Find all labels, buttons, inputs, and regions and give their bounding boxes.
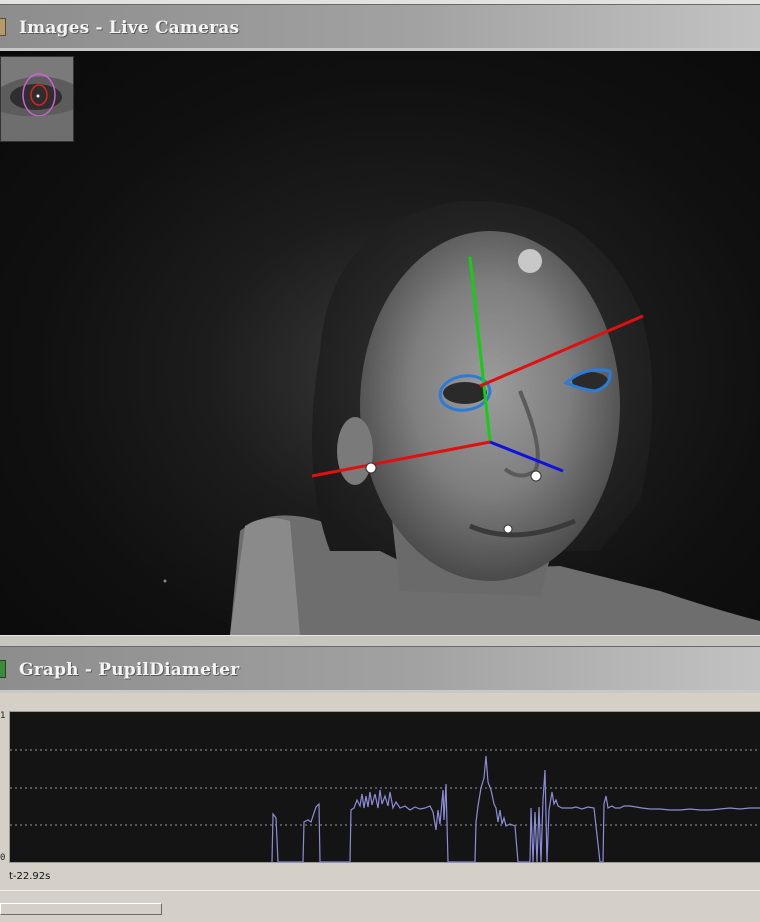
forehead-marker <box>518 249 542 273</box>
pupil-diameter-trace <box>271 755 760 863</box>
y-axis-top-label: 1 <box>0 711 6 721</box>
camera-scene <box>163 200 760 635</box>
cameras-window-title: Images - Live Cameras <box>19 18 240 38</box>
live-camera-view[interactable] <box>0 51 760 635</box>
face <box>360 231 620 581</box>
bottom-statusbar <box>0 890 760 922</box>
horizontal-scrollbar-thumb[interactable] <box>0 903 162 915</box>
graph-window-icon <box>0 660 6 678</box>
background-speck <box>163 579 167 583</box>
graph-window-titlebar[interactable]: Graph - PupilDiameter <box>0 646 760 693</box>
ear <box>337 417 373 485</box>
graph-window-title: Graph - PupilDiameter <box>19 660 240 680</box>
pupil-diameter-graph-panel: 1 0 t-22.92s <box>0 693 760 890</box>
panel-divider[interactable] <box>0 635 760 646</box>
nose-landmark <box>530 470 542 482</box>
y-axis-bottom-label: 0 <box>0 853 6 863</box>
mouth-landmark <box>503 524 513 534</box>
ear-landmark <box>365 462 377 474</box>
eye-closeup-thumbnail[interactable] <box>0 56 74 142</box>
camera-window-icon <box>0 18 6 36</box>
pupil-diameter-plot[interactable] <box>9 711 760 863</box>
cameras-window-titlebar[interactable]: Images - Live Cameras <box>0 4 760 51</box>
time-window-label: t-22.92s <box>9 871 51 882</box>
